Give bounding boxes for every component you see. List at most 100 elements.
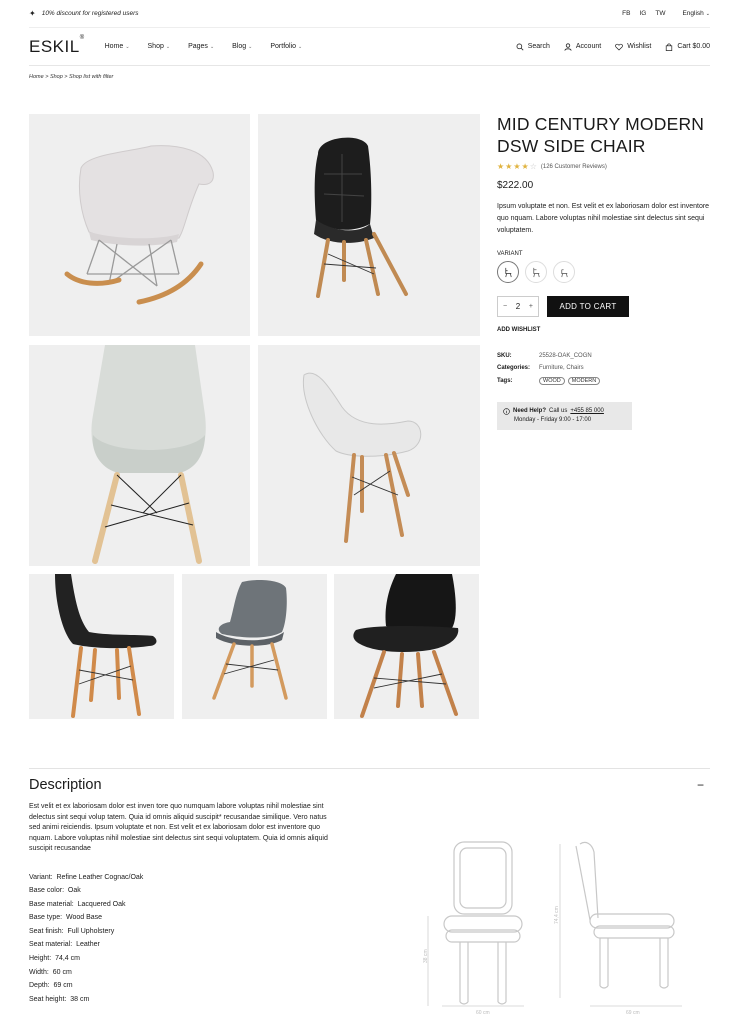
wishlist-button[interactable]: Wishlist	[615, 43, 651, 51]
product-image-rocking-chair[interactable]	[29, 114, 250, 336]
promo-text: 10% discount for registered users	[41, 10, 139, 17]
language-selector[interactable]: English ⌄	[682, 10, 710, 17]
product-image-black-shell-chair[interactable]	[334, 574, 479, 719]
height-dimension: 74,4 cm	[554, 906, 560, 924]
mint-chair-image	[91, 345, 206, 564]
variant-option-2[interactable]	[525, 261, 547, 283]
chevron-down-icon: ⌄	[705, 11, 710, 17]
spec-key: Base color:	[29, 887, 65, 895]
quantity-stepper[interactable]: − 2 +	[497, 296, 539, 317]
cart-button[interactable]: Cart $0.00	[665, 43, 710, 51]
variant-option-3[interactable]	[553, 261, 575, 283]
product-rating[interactable]: ★★★★☆ (126 Customer Reviews)	[497, 162, 710, 171]
side-chair-image	[55, 574, 157, 718]
nav-item-pages[interactable]: Pages ⌄	[188, 43, 214, 50]
promo-banner: ✦ 10% discount for registered users	[29, 9, 139, 18]
black-shell-chair-image	[353, 574, 459, 718]
user-icon	[564, 42, 572, 51]
nav-label: Blog	[232, 43, 247, 50]
header-actions: Search Account Wishlist Cart $0.00	[516, 42, 710, 51]
spec-value: Wood Base	[65, 914, 103, 922]
variant-option-1[interactable]	[497, 261, 519, 283]
spec-key: Depth:	[29, 982, 50, 990]
width-dimension: 60 cm	[476, 1010, 490, 1016]
product-image-black-chair[interactable]	[258, 114, 480, 336]
chevron-down-icon: ⌄	[125, 44, 130, 50]
spec-value: Oak	[67, 887, 81, 895]
sparkle-icon: ✦	[29, 9, 36, 18]
description-body: Est velit et ex laboriosam dolor est inv…	[29, 803, 328, 852]
qty-increment-button[interactable]: +	[529, 303, 533, 310]
add-wishlist-link[interactable]: ADD WISHLIST	[497, 327, 710, 333]
logo-text: ESKIL	[29, 36, 80, 56]
product-image-white-angle-chair[interactable]	[258, 345, 480, 566]
chevron-down-icon: ⌄	[248, 44, 253, 50]
chevron-down-icon: ⌄	[298, 44, 303, 50]
search-label: Search	[527, 43, 550, 50]
tags-label: Tags:	[497, 378, 513, 384]
tag-wood[interactable]: WOOD	[539, 377, 565, 385]
social-link-tw[interactable]: TW	[655, 10, 665, 17]
description-title[interactable]: Description	[29, 777, 710, 793]
spec-key: Height:	[29, 955, 52, 963]
dimension-lines	[427, 844, 682, 1007]
main-nav: Home ⌄ Shop ⌄ Pages ⌄ Blog ⌄ Portfolio ⌄	[105, 43, 303, 50]
categories-value[interactable]: Furniture, Chairs	[539, 365, 584, 371]
nav-item-shop[interactable]: Shop ⌄	[148, 43, 171, 50]
social-link-ig[interactable]: IG	[639, 10, 646, 17]
tag-modern[interactable]: MODERN	[567, 377, 601, 385]
spec-key: Variant:	[29, 873, 53, 881]
breadcrumb[interactable]: Home > Shop > Shop list with filter	[29, 74, 113, 80]
add-to-cart-button[interactable]: ADD TO CART	[547, 296, 629, 317]
help-label: Need Help?	[513, 408, 547, 414]
star-rating-icon: ★★★★☆	[497, 162, 538, 171]
nav-item-portfolio[interactable]: Portfolio ⌄	[270, 43, 302, 50]
sku-value: 25528-OAK_COGN	[539, 353, 592, 359]
chevron-down-icon: ⌄	[209, 44, 215, 50]
search-icon	[516, 43, 524, 50]
product-info: MID CENTURY MODERN DSW SIDE CHAIR ★★★★☆ …	[497, 113, 710, 430]
variant-selector	[497, 261, 710, 283]
spec-value: Lacquered Oak	[77, 900, 126, 908]
qty-value[interactable]: 2	[516, 302, 520, 311]
chair-c-icon	[560, 268, 568, 277]
logo-registered-mark: ®	[79, 34, 85, 41]
spec-key: Base type:	[29, 914, 63, 922]
nav-label: Pages	[188, 43, 208, 50]
nav-label: Shop	[147, 43, 164, 50]
depth-dimension: 69 cm	[626, 1010, 640, 1016]
black-chair-image	[314, 137, 408, 298]
product-image-mint-chair[interactable]	[29, 345, 250, 566]
search-button[interactable]: Search	[516, 43, 550, 51]
spec-value: 38 cm	[70, 995, 90, 1003]
main-header: ESKIL® Home ⌄ Shop ⌄ Pages ⌄ Blog ⌄ Portfoli…	[29, 28, 710, 66]
chair-b-icon	[532, 267, 540, 277]
white-angle-chair-image	[302, 372, 422, 543]
account-label: Account	[575, 43, 602, 50]
social-link-fb[interactable]: FB	[622, 10, 630, 17]
product-short-description: Ipsum voluptate et non. Est velit et ex …	[497, 203, 710, 234]
spec-key: Seat height:	[29, 995, 67, 1003]
collapse-toggle-button[interactable]: −	[697, 778, 704, 792]
shopping-bag-icon	[666, 43, 673, 51]
help-box: Need Help? Call us +455 85 000 Monday - …	[497, 402, 632, 430]
help-call-text: Call us	[549, 408, 568, 414]
help-phone-link[interactable]: +455 85 000	[570, 407, 604, 416]
account-button[interactable]: Account	[564, 42, 602, 51]
nav-item-blog[interactable]: Blog ⌄	[232, 43, 252, 50]
logo[interactable]: ESKIL®	[29, 34, 85, 57]
language-label: English	[682, 10, 704, 17]
product-image-side-chair[interactable]	[29, 574, 174, 719]
variant-label: VARIANT	[497, 251, 523, 257]
nav-item-home[interactable]: Home ⌄	[105, 43, 130, 50]
spec-key: Seat finish:	[29, 927, 64, 935]
help-line: Need Help? Call us +455 85 000	[503, 407, 626, 416]
purchase-row: − 2 + ADD TO CART	[497, 296, 710, 317]
top-bar: ✦ 10% discount for registered users FB I…	[29, 0, 710, 28]
chair-a-icon	[504, 267, 512, 277]
grey-chair-image	[212, 580, 288, 700]
spec-value: 74,4 cm	[55, 955, 80, 963]
product-image-grey-chair[interactable]	[182, 574, 327, 719]
chevron-down-icon: ⌄	[165, 44, 171, 50]
qty-decrement-button[interactable]: −	[503, 303, 507, 310]
